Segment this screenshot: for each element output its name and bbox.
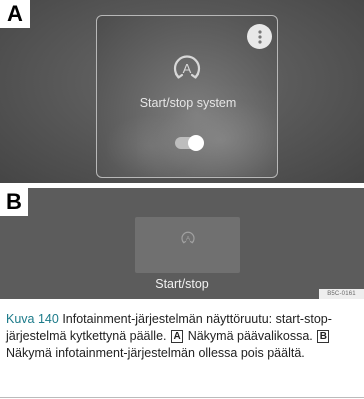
start-stop-label: Start/stop: [155, 277, 209, 291]
caption-text-2: Näkymä päävalikossa.: [187, 329, 313, 344]
caption-text-3: Näkymä infotainment-järjestelmän ollessa…: [6, 346, 305, 361]
figure-caption: Kuva 140 Infotainment-järjestelmän näytt…: [6, 311, 360, 363]
start-stop-button[interactable]: A: [135, 217, 240, 273]
tile-title: Start/stop system: [139, 96, 237, 110]
caption-ref-a: A: [170, 330, 184, 344]
svg-text:A: A: [186, 236, 191, 243]
more-options-button[interactable]: [247, 24, 272, 49]
caption-ref-b: B: [317, 330, 330, 344]
more-vertical-icon: [257, 29, 262, 44]
figure-reference-code: B5C-0161: [319, 289, 364, 299]
figure-number: Kuva 140: [6, 312, 59, 326]
start-stop-icon: A: [173, 55, 201, 79]
panel-a-main-menu-view: A A Start/stop system: [0, 0, 364, 183]
start-stop-toggle[interactable]: [175, 135, 204, 151]
caption-divider: [0, 397, 364, 398]
start-stop-tile[interactable]: A Start/stop system: [96, 15, 278, 178]
panel-label-b: B: [0, 188, 28, 216]
panel-label-a: A: [0, 0, 30, 28]
start-stop-icon: A: [181, 231, 195, 244]
svg-text:A: A: [183, 61, 192, 76]
panel-b-off-view: B A Start/stop: [0, 188, 364, 299]
toggle-knob: [188, 135, 204, 151]
